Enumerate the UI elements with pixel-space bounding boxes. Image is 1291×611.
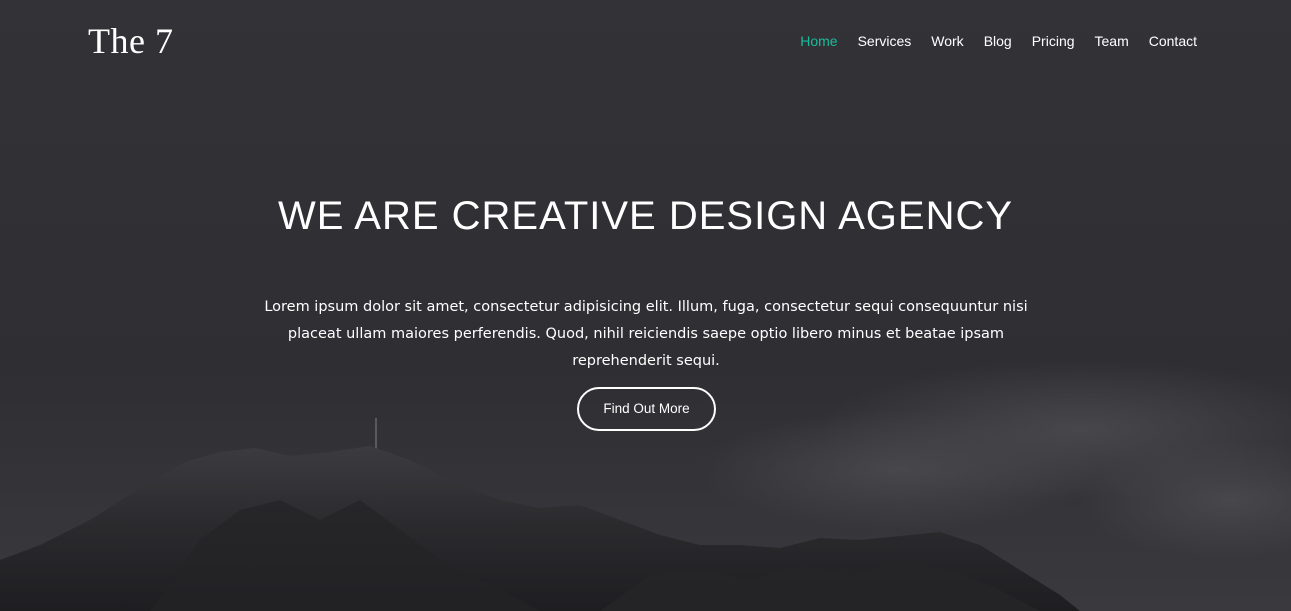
nav-link-blog[interactable]: Blog xyxy=(984,33,1012,49)
hero-lead-text: Lorem ipsum dolor sit amet, consectetur … xyxy=(264,299,1028,369)
nav-link-contact[interactable]: Contact xyxy=(1149,33,1197,49)
find-out-more-button[interactable]: Find Out More xyxy=(577,387,716,431)
nav-link-home[interactable]: Home xyxy=(800,33,837,49)
nav-link-work[interactable]: Work xyxy=(931,33,963,49)
site-logo[interactable]: The 7 xyxy=(88,20,173,62)
site-header: The 7 Home Services Work Blog Pricing Te… xyxy=(0,0,1291,86)
hero-headline: WE ARE CREATIVE DESIGN AGENCY xyxy=(277,194,1014,238)
main-nav: Home Services Work Blog Pricing Team Con… xyxy=(800,33,1197,49)
nav-link-services[interactable]: Services xyxy=(858,33,912,49)
hero-section: The 7 Home Services Work Blog Pricing Te… xyxy=(0,0,1291,611)
nav-link-team[interactable]: Team xyxy=(1095,33,1129,49)
nav-link-pricing[interactable]: Pricing xyxy=(1032,33,1075,49)
